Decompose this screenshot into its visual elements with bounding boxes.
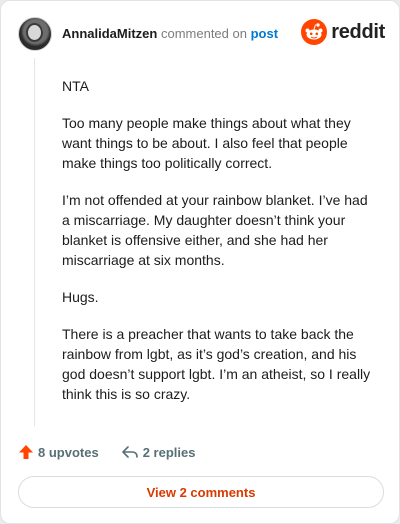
comment-paragraph: NTA [62, 78, 89, 94]
comment-paragraph: Too many people make things about what t… [62, 115, 351, 171]
comment-header: AnnalidaMitzen commented on post [62, 26, 278, 41]
comment-card: AnnalidaMitzen commented on post reddit … [0, 0, 400, 524]
upvote-arrow-icon [19, 445, 33, 459]
replies-count: 2 replies [142, 444, 196, 460]
post-link[interactable]: post [251, 26, 278, 41]
upvote-button[interactable]: 8 upvotes [18, 444, 99, 460]
upvote-count: 8 upvotes [38, 444, 99, 460]
avatar[interactable] [18, 17, 52, 51]
logo-text: reddit [331, 20, 385, 43]
comment-paragraph: There is a preacher that wants to take b… [62, 326, 371, 402]
action-text: commented on [160, 26, 247, 41]
comment-paragraph: I’m not offended at your rainbow blanket… [62, 192, 368, 268]
comment-body: NTA Too many people make things about wh… [62, 76, 372, 421]
view-comments-label: View 2 comments [146, 484, 256, 500]
view-comments-button[interactable]: View 2 comments [18, 476, 384, 508]
reply-arrow-icon [121, 446, 138, 458]
thread-line[interactable] [34, 58, 35, 426]
reddit-snoo-icon [301, 19, 328, 45]
username-link[interactable]: AnnalidaMitzen [62, 26, 157, 41]
comment-paragraph: Hugs. [62, 289, 99, 305]
replies-button[interactable]: 2 replies [121, 444, 196, 460]
avatar-face [28, 25, 41, 40]
reddit-logo[interactable]: reddit [301, 19, 385, 45]
comment-actions: 8 upvotes 2 replies [18, 442, 195, 462]
